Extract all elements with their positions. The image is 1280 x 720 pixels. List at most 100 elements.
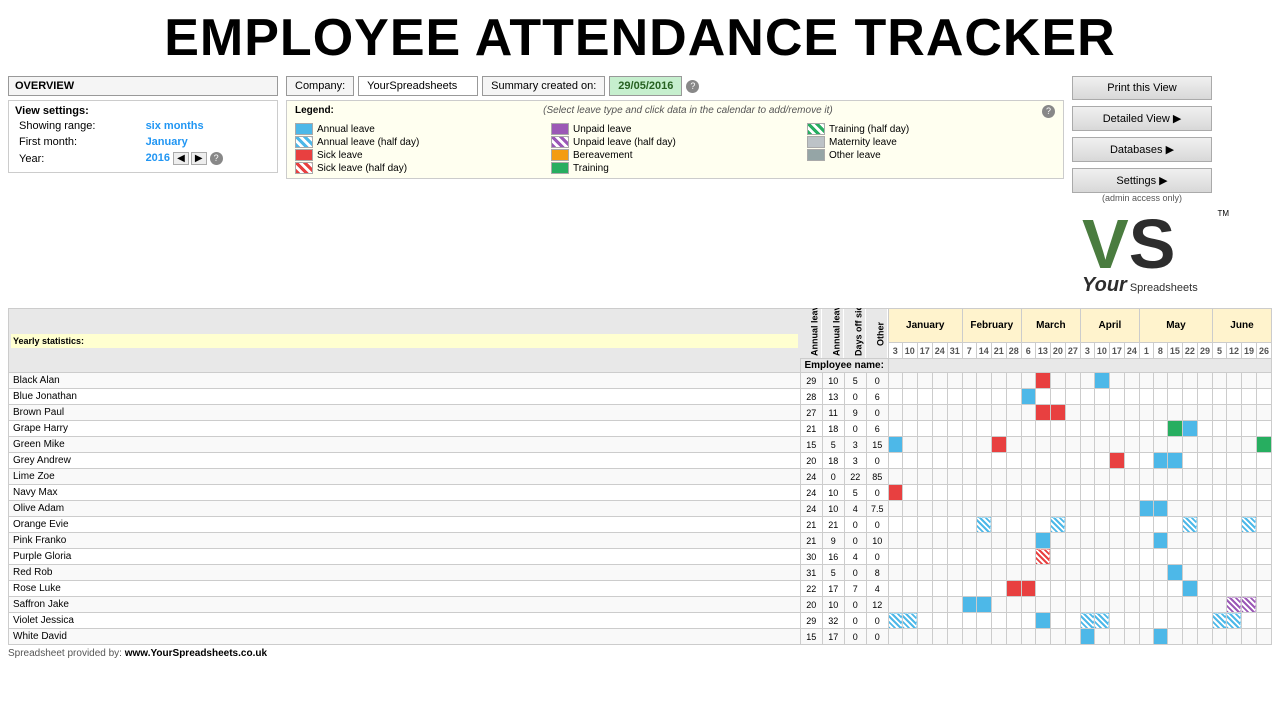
calendar-cell[interactable] (962, 485, 976, 501)
year-prev-button[interactable]: ◀ (173, 152, 189, 165)
detailed-view-button[interactable]: Detailed View ▶ (1072, 106, 1212, 131)
calendar-cell[interactable] (932, 613, 947, 629)
calendar-cell[interactable] (1212, 421, 1226, 437)
calendar-cell[interactable] (1153, 533, 1167, 549)
calendar-cell[interactable] (1256, 629, 1271, 645)
calendar-cell[interactable] (947, 389, 962, 405)
calendar-cell[interactable] (1065, 405, 1080, 421)
calendar-cell[interactable] (1035, 421, 1050, 437)
calendar-cell[interactable] (1241, 421, 1256, 437)
calendar-cell[interactable] (1212, 373, 1226, 389)
calendar-cell[interactable] (1006, 613, 1021, 629)
calendar-cell[interactable] (1035, 581, 1050, 597)
calendar-cell[interactable] (1139, 501, 1153, 517)
calendar-cell[interactable] (1153, 373, 1167, 389)
calendar-cell[interactable] (1197, 501, 1212, 517)
calendar-cell[interactable] (1167, 421, 1182, 437)
calendar-cell[interactable] (1256, 581, 1271, 597)
calendar-cell[interactable] (1035, 437, 1050, 453)
calendar-cell[interactable] (1035, 565, 1050, 581)
calendar-cell[interactable] (1182, 565, 1197, 581)
calendar-cell[interactable] (962, 437, 976, 453)
calendar-cell[interactable] (1080, 565, 1094, 581)
calendar-cell[interactable] (1182, 373, 1197, 389)
calendar-cell[interactable] (1197, 549, 1212, 565)
calendar-cell[interactable] (1094, 437, 1109, 453)
footer-link[interactable]: www.YourSpreadsheets.co.uk (125, 648, 267, 659)
calendar-cell[interactable] (902, 549, 917, 565)
calendar-cell[interactable] (1021, 437, 1035, 453)
calendar-cell[interactable] (1226, 437, 1241, 453)
calendar-cell[interactable] (1094, 613, 1109, 629)
calendar-cell[interactable] (888, 581, 902, 597)
calendar-cell[interactable] (1035, 533, 1050, 549)
calendar-cell[interactable] (1167, 469, 1182, 485)
calendar-cell[interactable] (932, 533, 947, 549)
calendar-cell[interactable] (1212, 565, 1226, 581)
calendar-cell[interactable] (1226, 501, 1241, 517)
calendar-cell[interactable] (1197, 389, 1212, 405)
calendar-cell[interactable] (1065, 517, 1080, 533)
calendar-cell[interactable] (1021, 485, 1035, 501)
calendar-cell[interactable] (902, 629, 917, 645)
calendar-cell[interactable] (902, 373, 917, 389)
calendar-cell[interactable] (1167, 517, 1182, 533)
calendar-cell[interactable] (1065, 549, 1080, 565)
calendar-cell[interactable] (1109, 469, 1124, 485)
calendar-cell[interactable] (902, 613, 917, 629)
calendar-cell[interactable] (888, 501, 902, 517)
calendar-cell[interactable] (1109, 581, 1124, 597)
calendar-cell[interactable] (1050, 517, 1065, 533)
calendar-cell[interactable] (1139, 421, 1153, 437)
calendar-cell[interactable] (1021, 533, 1035, 549)
calendar-cell[interactable] (1182, 533, 1197, 549)
calendar-cell[interactable] (1109, 613, 1124, 629)
calendar-cell[interactable] (1065, 485, 1080, 501)
calendar-cell[interactable] (1065, 421, 1080, 437)
calendar-cell[interactable] (1256, 501, 1271, 517)
calendar-cell[interactable] (1006, 485, 1021, 501)
calendar-cell[interactable] (1256, 453, 1271, 469)
calendar-cell[interactable] (976, 533, 991, 549)
calendar-cell[interactable] (1153, 501, 1167, 517)
calendar-cell[interactable] (962, 517, 976, 533)
calendar-cell[interactable] (1212, 549, 1226, 565)
calendar-cell[interactable] (1212, 597, 1226, 613)
calendar-cell[interactable] (1197, 485, 1212, 501)
year-next-button[interactable]: ▶ (191, 152, 207, 165)
calendar-cell[interactable] (1226, 421, 1241, 437)
calendar-cell[interactable] (962, 373, 976, 389)
calendar-cell[interactable] (1124, 421, 1139, 437)
calendar-cell[interactable] (1197, 597, 1212, 613)
calendar-cell[interactable] (1109, 453, 1124, 469)
calendar-cell[interactable] (888, 453, 902, 469)
calendar-cell[interactable] (991, 485, 1006, 501)
calendar-cell[interactable] (947, 405, 962, 421)
calendar-cell[interactable] (1124, 629, 1139, 645)
calendar-cell[interactable] (947, 549, 962, 565)
calendar-cell[interactable] (902, 533, 917, 549)
calendar-cell[interactable] (962, 597, 976, 613)
calendar-cell[interactable] (902, 597, 917, 613)
calendar-cell[interactable] (1139, 581, 1153, 597)
calendar-cell[interactable] (888, 613, 902, 629)
calendar-cell[interactable] (932, 421, 947, 437)
calendar-cell[interactable] (1035, 373, 1050, 389)
calendar-cell[interactable] (1226, 533, 1241, 549)
calendar-cell[interactable] (932, 629, 947, 645)
calendar-cell[interactable] (1256, 437, 1271, 453)
calendar-cell[interactable] (1153, 437, 1167, 453)
calendar-cell[interactable] (1197, 517, 1212, 533)
calendar-cell[interactable] (1021, 629, 1035, 645)
calendar-cell[interactable] (902, 501, 917, 517)
calendar-cell[interactable] (1006, 581, 1021, 597)
calendar-cell[interactable] (976, 469, 991, 485)
calendar-cell[interactable] (1080, 629, 1094, 645)
calendar-cell[interactable] (1109, 629, 1124, 645)
calendar-cell[interactable] (947, 373, 962, 389)
calendar-cell[interactable] (947, 629, 962, 645)
calendar-cell[interactable] (1241, 597, 1256, 613)
calendar-cell[interactable] (1212, 581, 1226, 597)
calendar-cell[interactable] (947, 469, 962, 485)
calendar-cell[interactable] (1080, 421, 1094, 437)
